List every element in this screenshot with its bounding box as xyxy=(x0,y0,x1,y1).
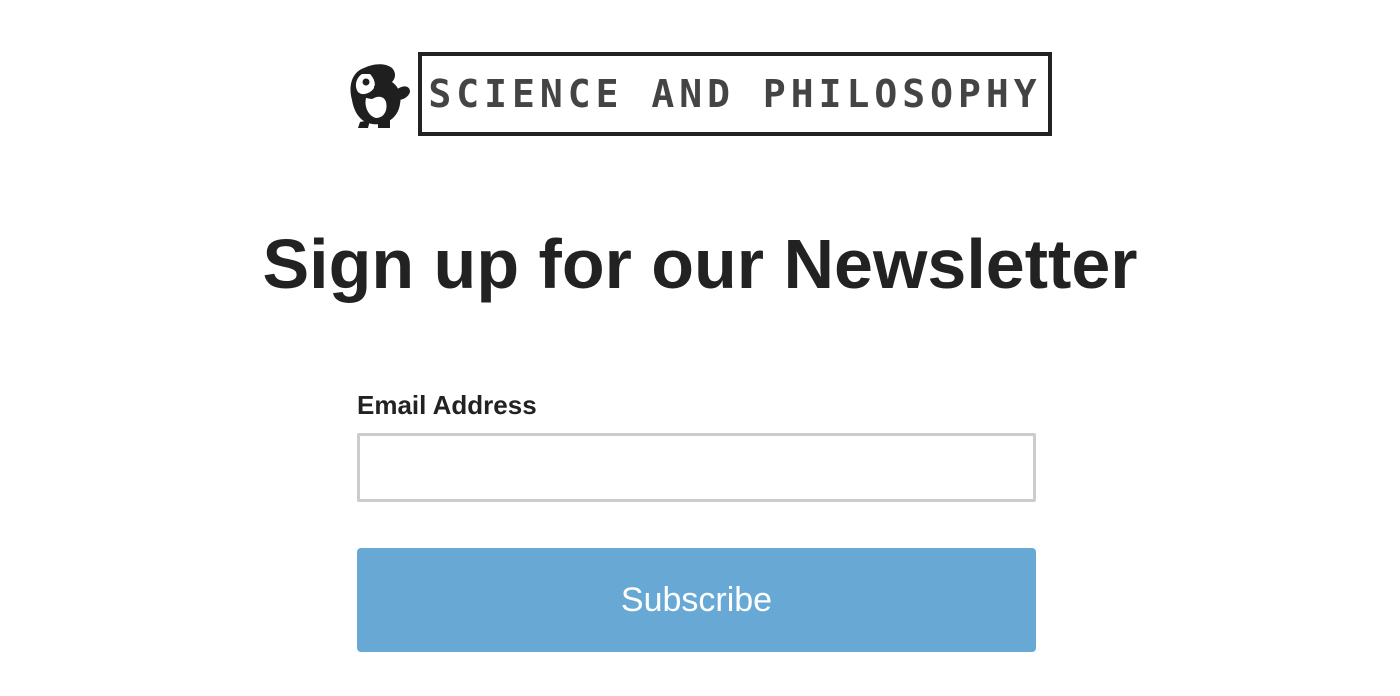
newsletter-form: Email Address Subscribe xyxy=(357,388,1036,652)
logo-wordmark: SCIENCE AND PHILOSOPHY xyxy=(418,52,1052,136)
logo-text: SCIENCE AND PHILOSOPHY xyxy=(428,72,1042,116)
page-title: Sign up for our Newsletter xyxy=(262,225,1138,303)
site-logo[interactable]: SCIENCE AND PHILOSOPHY xyxy=(344,52,1052,136)
email-label: Email Address xyxy=(357,390,537,420)
subscribe-button[interactable]: Subscribe xyxy=(357,548,1036,652)
penguin-mascot-icon xyxy=(350,64,410,128)
email-field[interactable] xyxy=(357,433,1036,502)
